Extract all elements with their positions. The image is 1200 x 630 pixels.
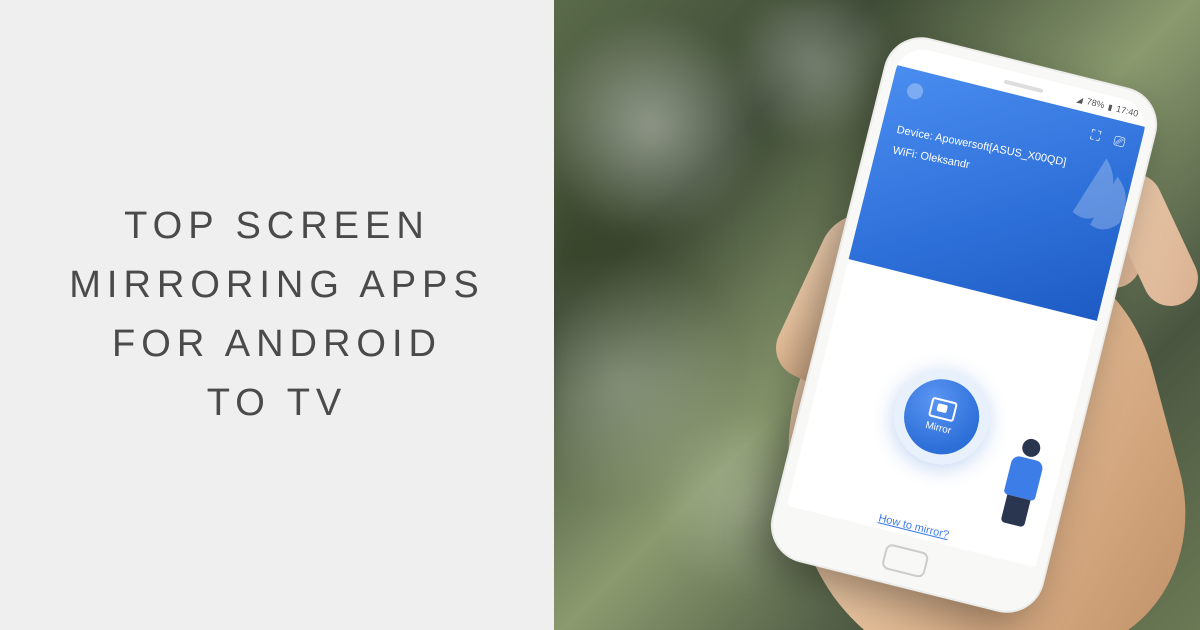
tv-icon bbox=[820, 530, 841, 548]
signal-icon: ◢ bbox=[1076, 94, 1084, 104]
headline: TOP SCREEN MIRRORING APPS FOR ANDROID TO… bbox=[69, 197, 485, 433]
nav-local-mirroring[interactable]: Local Mirroring bbox=[804, 527, 855, 562]
title-line-3: FOR ANDROID bbox=[69, 315, 485, 374]
battery-percent: 78% bbox=[1086, 96, 1106, 110]
photo-panel: ◢ 78% ▮ 17:40 ⛶ ⎚ Device: Apowersoft[ASU… bbox=[554, 0, 1200, 630]
illustration-legs bbox=[1001, 495, 1031, 528]
title-line-1: TOP SCREEN bbox=[69, 197, 485, 256]
wifi-label: WiFi: bbox=[892, 144, 919, 161]
nav-label: Local Mirroring bbox=[804, 542, 851, 560]
title-line-2: MIRRORING APPS bbox=[69, 256, 485, 315]
how-to-mirror-link[interactable]: How to mirror? bbox=[877, 512, 950, 541]
device-label: Device: bbox=[896, 124, 934, 143]
title-line-4: TO TV bbox=[69, 374, 485, 433]
battery-icon: ▮ bbox=[1107, 102, 1113, 112]
mirror-icon bbox=[928, 396, 958, 422]
text-panel: TOP SCREEN MIRRORING APPS FOR ANDROID TO… bbox=[0, 0, 554, 630]
person-illustration bbox=[987, 433, 1057, 532]
wifi-value: Oleksandr bbox=[919, 150, 971, 171]
clock: 17:40 bbox=[1115, 104, 1139, 119]
home-button[interactable] bbox=[881, 543, 930, 579]
illustration-head bbox=[1020, 437, 1042, 459]
mirror-button[interactable]: Mirror bbox=[884, 359, 999, 474]
cast-icon[interactable]: ⎚ bbox=[1112, 132, 1127, 151]
scan-icon[interactable]: ⛶ bbox=[1089, 126, 1103, 145]
avatar-icon[interactable] bbox=[906, 81, 925, 100]
mirror-button-label: Mirror bbox=[924, 419, 952, 436]
